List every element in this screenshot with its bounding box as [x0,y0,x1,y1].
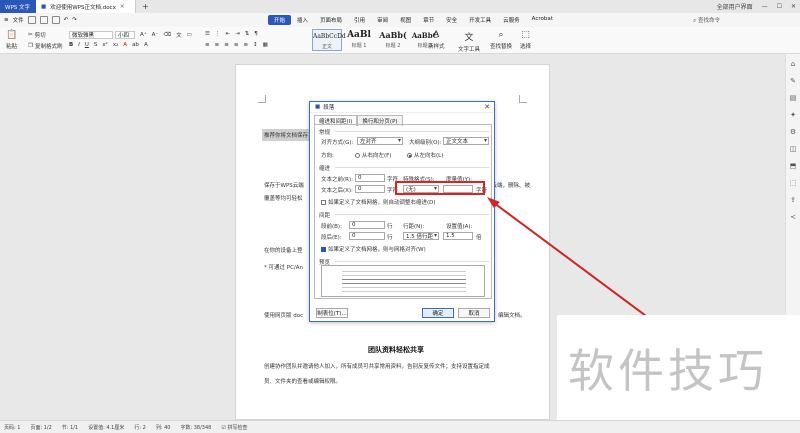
status-page-number: 页码: 1 [4,424,21,431]
status-setting: 设置值: 4.1厘米 [88,424,125,431]
status-column: 列: 40 [155,424,171,431]
spell-check-toggle[interactable]: ☑ 拼写检查 [221,424,247,431]
status-word-count[interactable]: 字数: 38/348 [180,424,211,431]
status-pages: 页面: 1/2 [30,424,52,431]
watermark-text: 软件技巧 [568,344,768,398]
status-row: 行: 2 [134,424,146,431]
status-bar: 页码: 1 页面: 1/2 节: 1/1 设置值: 4.1厘米 行: 2 列: … [0,420,800,433]
status-section: 节: 1/1 [61,424,79,431]
spell-check-label: 拼写检查 [227,424,248,431]
